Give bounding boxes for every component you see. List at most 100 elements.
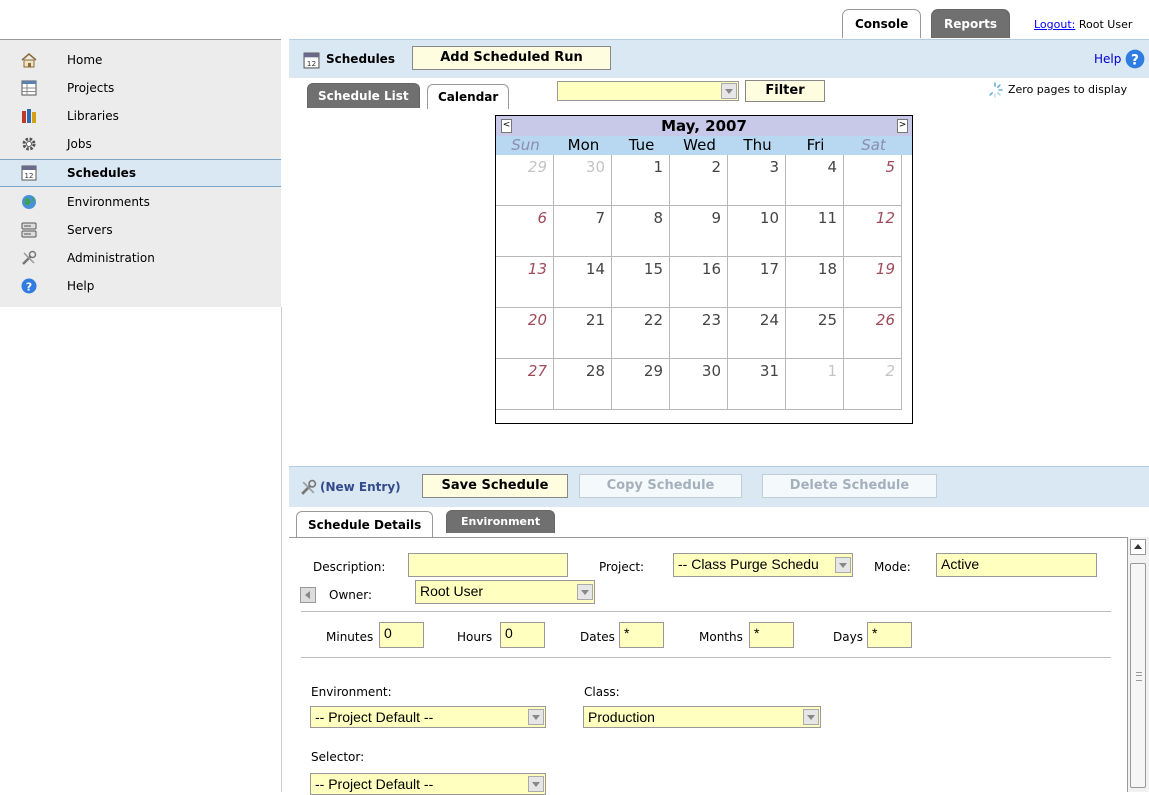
- calendar-day-cell[interactable]: 4: [786, 155, 844, 206]
- tab-reports[interactable]: Reports: [931, 9, 1011, 38]
- logout-link[interactable]: Logout:: [1034, 18, 1075, 31]
- calendar-day-cell[interactable]: 5: [844, 155, 902, 206]
- description-label: Description:: [313, 560, 386, 574]
- calendar-day-cell[interactable]: 22: [612, 308, 670, 359]
- calendar-day-cell[interactable]: 16: [670, 257, 728, 308]
- sidebar-item-libraries[interactable]: Libraries: [0, 102, 281, 130]
- tab-environment[interactable]: Environment: [446, 510, 556, 533]
- months-input[interactable]: *: [749, 622, 794, 648]
- sidebar-item-jobs[interactable]: Jobs: [0, 130, 281, 158]
- svg-text:12: 12: [307, 59, 316, 68]
- chevron-down-icon[interactable]: [803, 709, 819, 725]
- calendar-day-cell[interactable]: 1: [786, 359, 844, 410]
- tools-icon: [301, 479, 317, 495]
- hours-input[interactable]: 0: [500, 622, 545, 648]
- calendar-icon: 12: [303, 52, 320, 69]
- calendar-day-cell[interactable]: 29: [612, 359, 670, 410]
- calendar-day-number: 12: [875, 209, 895, 227]
- calendar-day-cell[interactable]: 25: [786, 308, 844, 359]
- dates-label: Dates: [580, 630, 615, 644]
- calendar-day-cell[interactable]: 15: [612, 257, 670, 308]
- calendar-day-cell[interactable]: 12: [844, 206, 902, 257]
- chevron-down-icon[interactable]: [577, 584, 593, 600]
- calendar-day-cell[interactable]: 3: [728, 155, 786, 206]
- calendar-day-number: 18: [817, 260, 837, 278]
- chevron-down-icon[interactable]: [528, 709, 544, 725]
- calendar-day-number: 26: [875, 311, 895, 329]
- filter-select[interactable]: [557, 81, 739, 101]
- calendar-day-cell[interactable]: 17: [728, 257, 786, 308]
- calendar-day-cell[interactable]: 7: [554, 206, 612, 257]
- calendar-day-cell[interactable]: 19: [844, 257, 902, 308]
- tab-schedule-list[interactable]: Schedule List: [307, 83, 420, 108]
- sidebar-item-administration[interactable]: Administration: [0, 244, 281, 272]
- svg-text:12: 12: [25, 172, 34, 180]
- calendar-day-cell[interactable]: 28: [554, 359, 612, 410]
- tab-calendar[interactable]: Calendar: [427, 84, 510, 109]
- sidebar-item-environments[interactable]: Environments: [0, 188, 281, 216]
- calendar-day-number: 10: [759, 209, 779, 227]
- calendar-day-cell[interactable]: 14: [554, 257, 612, 308]
- scroll-thumb[interactable]: [1130, 563, 1146, 788]
- class-select[interactable]: Production: [583, 706, 821, 728]
- weekday-header: Sat: [861, 136, 886, 154]
- environment-select[interactable]: -- Project Default --: [310, 706, 546, 728]
- calendar-day-cell[interactable]: 18: [786, 257, 844, 308]
- calendar-day-cell[interactable]: 11: [786, 206, 844, 257]
- calendar-day-cell[interactable]: 8: [612, 206, 670, 257]
- calendar-day-number: 21: [585, 311, 605, 329]
- calendar-day-cell[interactable]: 23: [670, 308, 728, 359]
- calendar-day-cell[interactable]: 20: [496, 308, 554, 359]
- collapse-button[interactable]: [300, 587, 316, 603]
- copy-schedule-button[interactable]: Copy Schedule: [579, 474, 742, 498]
- filter-button[interactable]: Filter: [745, 80, 825, 102]
- chevron-down-icon[interactable]: [721, 83, 737, 99]
- days-input[interactable]: *: [867, 622, 912, 648]
- calendar-day-cell[interactable]: 21: [554, 308, 612, 359]
- calendar-day-cell[interactable]: 1: [612, 155, 670, 206]
- schedules-toolbar: 12 Schedules Add Scheduled Run Help ?: [289, 39, 1149, 78]
- sidebar-item-help[interactable]: ? Help: [0, 272, 281, 300]
- sidebar-item-projects[interactable]: Projects: [0, 74, 281, 102]
- calendar-day-number: 6: [537, 209, 547, 227]
- calendar-day-number: 3: [769, 158, 779, 176]
- project-select[interactable]: -- Class Purge Schedu: [673, 553, 853, 577]
- calendar-next-button[interactable]: >: [897, 119, 908, 133]
- form-scrollbar[interactable]: [1127, 537, 1149, 792]
- calendar-day-cell[interactable]: 27: [496, 359, 554, 410]
- calendar-day-cell[interactable]: 9: [670, 206, 728, 257]
- home-icon: [21, 53, 37, 68]
- minutes-input[interactable]: 0: [379, 622, 424, 648]
- scroll-up-button[interactable]: [1130, 539, 1146, 555]
- calendar-day-number: 27: [527, 362, 547, 380]
- calendar-day-cell[interactable]: 6: [496, 206, 554, 257]
- chevron-down-icon[interactable]: [528, 776, 544, 792]
- help-icon[interactable]: ?: [1125, 49, 1145, 69]
- sidebar-item-schedules[interactable]: 12 Schedules: [0, 159, 281, 187]
- dates-input[interactable]: *: [619, 622, 664, 648]
- calendar-weekday-row: Sun Mon Tue Wed Thu Fri Sat: [496, 136, 912, 155]
- calendar-day-cell[interactable]: 31: [728, 359, 786, 410]
- save-schedule-button[interactable]: Save Schedule: [422, 474, 568, 498]
- calendar-day-cell[interactable]: 2: [670, 155, 728, 206]
- delete-schedule-button[interactable]: Delete Schedule: [762, 474, 937, 498]
- calendar-day-cell[interactable]: 2: [844, 359, 902, 410]
- tab-console[interactable]: Console: [842, 9, 922, 38]
- sidebar-item-label: Projects: [67, 81, 115, 95]
- owner-select[interactable]: Root User: [415, 580, 595, 604]
- calendar-day-cell[interactable]: 24: [728, 308, 786, 359]
- calendar-day-cell[interactable]: 30: [554, 155, 612, 206]
- calendar-day-cell[interactable]: 29: [496, 155, 554, 206]
- mode-select[interactable]: Active: [936, 553, 1097, 577]
- calendar-day-cell[interactable]: 30: [670, 359, 728, 410]
- add-scheduled-run-button[interactable]: Add Scheduled Run: [412, 46, 611, 70]
- chevron-down-icon[interactable]: [835, 557, 851, 573]
- calendar-day-cell[interactable]: 13: [496, 257, 554, 308]
- calendar-day-cell[interactable]: 10: [728, 206, 786, 257]
- sidebar-item-servers[interactable]: Servers: [0, 216, 281, 244]
- calendar-day-cell[interactable]: 26: [844, 308, 902, 359]
- tab-schedule-details[interactable]: Schedule Details: [296, 511, 434, 538]
- help-link[interactable]: Help: [1094, 52, 1121, 66]
- description-input[interactable]: [408, 553, 568, 577]
- sidebar-item-home[interactable]: Home: [0, 46, 281, 74]
